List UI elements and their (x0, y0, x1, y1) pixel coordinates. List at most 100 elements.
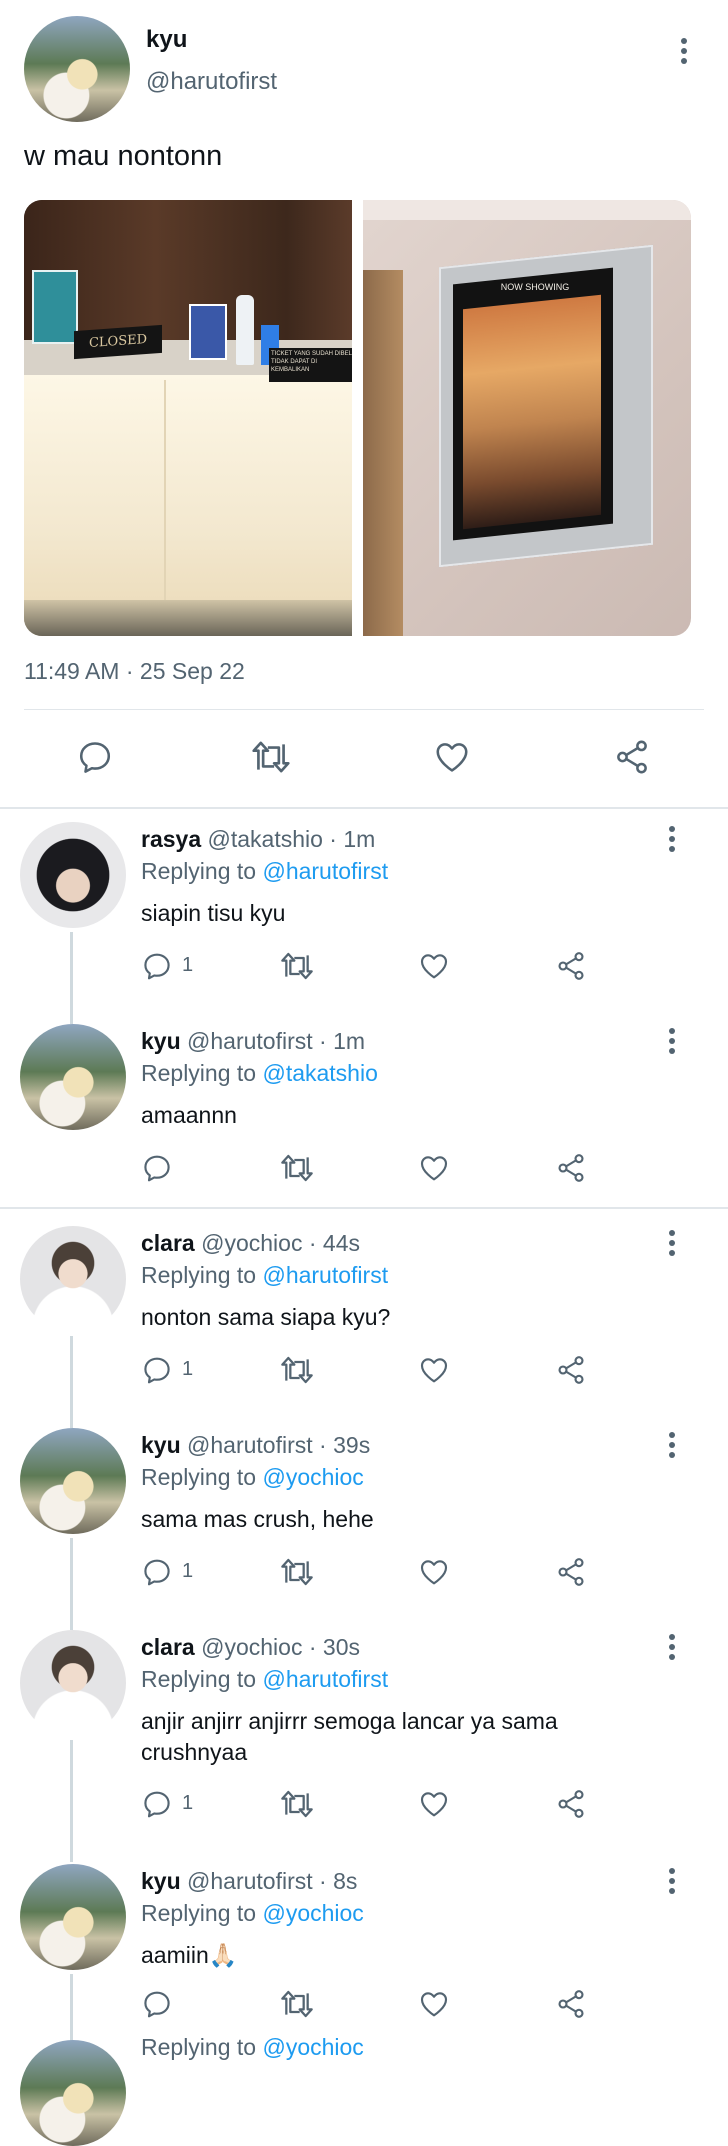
reply-author-name[interactable]: kyu (141, 1868, 181, 1894)
replying-to: Replying to @takatshio (141, 1060, 378, 1086)
reply-header: kyu @harutofirst · 39s (141, 1432, 371, 1458)
reply-avatar[interactable] (20, 1864, 126, 1970)
reply-count: 1 (182, 1560, 194, 1582)
reply-retweet-icon[interactable] (278, 1788, 316, 1825)
main-tweet-text: w mau nontonn (24, 140, 223, 172)
replying-to: Replying to @harutofirst (141, 858, 389, 884)
reply-share-icon[interactable] (554, 950, 588, 987)
thread-connector (70, 1336, 73, 1428)
reply-more-icon[interactable] (668, 1028, 676, 1058)
reply-more-icon[interactable] (668, 1230, 676, 1260)
reply-text: amaannn (141, 1102, 237, 1128)
reply-avatar[interactable] (20, 1630, 126, 1736)
reply-time[interactable]: 39s (333, 1432, 370, 1458)
thread-divider (0, 1207, 728, 1209)
reply-author-handle[interactable]: @harutofirst (187, 1432, 313, 1458)
reply-author-handle[interactable]: @harutofirst (187, 1868, 313, 1894)
reply-avatar[interactable] (20, 1428, 126, 1534)
reply-retweet-icon[interactable] (278, 1354, 316, 1391)
replying-to: Replying to @harutofirst (141, 1262, 389, 1288)
reply-avatar[interactable] (20, 1024, 126, 1130)
reply-author-handle[interactable]: @harutofirst (187, 1028, 313, 1054)
mention-link[interactable]: @harutofirst (262, 1262, 388, 1288)
reply-author-handle[interactable]: @yochioc (201, 1634, 302, 1660)
main-share-icon[interactable] (612, 738, 652, 781)
reply-share-icon[interactable] (554, 1152, 588, 1189)
main-avatar[interactable] (24, 16, 130, 122)
main-timestamp[interactable]: 11:49 AM · 25 Sep 22 (24, 658, 245, 685)
mention-link[interactable]: @yochioc (262, 1900, 363, 1926)
reply-reply-icon[interactable] (141, 1152, 173, 1189)
tweet-image-2[interactable]: NOW SHOWING (363, 200, 691, 636)
reply-avatar[interactable] (20, 1226, 126, 1332)
thread-connector (70, 1974, 73, 2048)
reply-like-icon[interactable] (417, 1988, 451, 2025)
reply-more-icon[interactable] (668, 1432, 676, 1462)
reply-more-icon[interactable] (668, 1634, 676, 1664)
mention-link[interactable]: @harutofirst (262, 858, 388, 884)
reply-text: anjir anjirr anjirrr semoga lancar ya sa… (141, 1708, 558, 1765)
main-more-icon[interactable] (680, 38, 688, 68)
thread-connector (70, 1538, 73, 1630)
reply-retweet-icon[interactable] (278, 1988, 316, 2025)
reply-reply-icon[interactable] (141, 1354, 173, 1391)
reply-header: clara @yochioc · 30s (141, 1634, 360, 1660)
main-retweet-icon[interactable] (249, 738, 293, 781)
reply-reply-icon[interactable] (141, 950, 173, 987)
reply-time[interactable]: 1m (333, 1028, 365, 1054)
reply-header: kyu @harutofirst · 8s (141, 1868, 358, 1894)
reply-author-handle[interactable]: @yochioc (201, 1230, 302, 1256)
reply-time[interactable]: 1m (343, 826, 375, 852)
reply-more-icon[interactable] (668, 1868, 676, 1898)
reply-time[interactable]: 30s (323, 1634, 360, 1660)
reply-like-icon[interactable] (417, 1556, 451, 1593)
reply-text: sama mas crush, hehe (141, 1506, 374, 1532)
mention-link[interactable]: @yochioc (262, 2034, 363, 2060)
replying-to: Replying to @yochioc (141, 1464, 364, 1490)
tweet-image-1[interactable]: CLOSED TICKET YANG SUDAH DIBELI TIDAK DA… (24, 200, 352, 636)
main-author-name[interactable]: kyu (146, 26, 187, 54)
reply-time[interactable]: 44s (323, 1230, 360, 1256)
reply-avatar-partial[interactable] (20, 2040, 126, 2146)
thread-connector (70, 1740, 73, 1862)
reply-reply-icon[interactable] (141, 1988, 173, 2025)
reply-reply-icon[interactable] (141, 1556, 173, 1593)
reply-like-icon[interactable] (417, 950, 451, 987)
thread-connector (70, 932, 73, 1024)
reply-author-name[interactable]: clara (141, 1230, 195, 1256)
reply-author-name[interactable]: kyu (141, 1432, 181, 1458)
reply-author-name[interactable]: rasya (141, 826, 201, 852)
reply-count: 1 (182, 1792, 194, 1814)
reply-like-icon[interactable] (417, 1354, 451, 1391)
reply-time[interactable]: 8s (333, 1868, 357, 1894)
mention-link[interactable]: @yochioc (262, 1464, 363, 1490)
reply-share-icon[interactable] (554, 1354, 588, 1391)
main-author-handle[interactable]: @harutofirst (146, 68, 277, 96)
reply-reply-icon[interactable] (141, 1788, 173, 1825)
reply-share-icon[interactable] (554, 1788, 588, 1825)
ticket-sign: TICKET YANG SUDAH DIBELI TIDAK DAPAT DI … (269, 348, 352, 382)
reply-like-icon[interactable] (417, 1152, 451, 1189)
replying-to: Replying to @harutofirst (141, 1666, 389, 1692)
reply-author-handle[interactable]: @takatshio (208, 826, 323, 852)
reply-retweet-icon[interactable] (278, 950, 316, 987)
reply-more-icon[interactable] (668, 826, 676, 856)
main-like-icon[interactable] (432, 738, 472, 781)
now-showing-label: NOW SHOWING (500, 282, 570, 292)
reply-header: rasya @takatshio · 1m (141, 826, 376, 852)
reply-share-icon[interactable] (554, 1556, 588, 1593)
reply-like-icon[interactable] (417, 1788, 451, 1825)
reply-text: nonton sama siapa kyu? (141, 1304, 391, 1330)
reply-avatar[interactable] (20, 822, 126, 928)
reply-share-icon[interactable] (554, 1988, 588, 2025)
main-reply-icon[interactable] (76, 738, 114, 781)
reply-count: 1 (182, 1358, 194, 1380)
reply-retweet-icon[interactable] (278, 1556, 316, 1593)
reply-author-name[interactable]: clara (141, 1634, 195, 1660)
reply-author-name[interactable]: kyu (141, 1028, 181, 1054)
reply-count: 1 (182, 954, 194, 976)
reply-header: kyu @harutofirst · 1m (141, 1028, 366, 1054)
mention-link[interactable]: @takatshio (262, 1060, 377, 1086)
mention-link[interactable]: @harutofirst (262, 1666, 388, 1692)
reply-retweet-icon[interactable] (278, 1152, 316, 1189)
